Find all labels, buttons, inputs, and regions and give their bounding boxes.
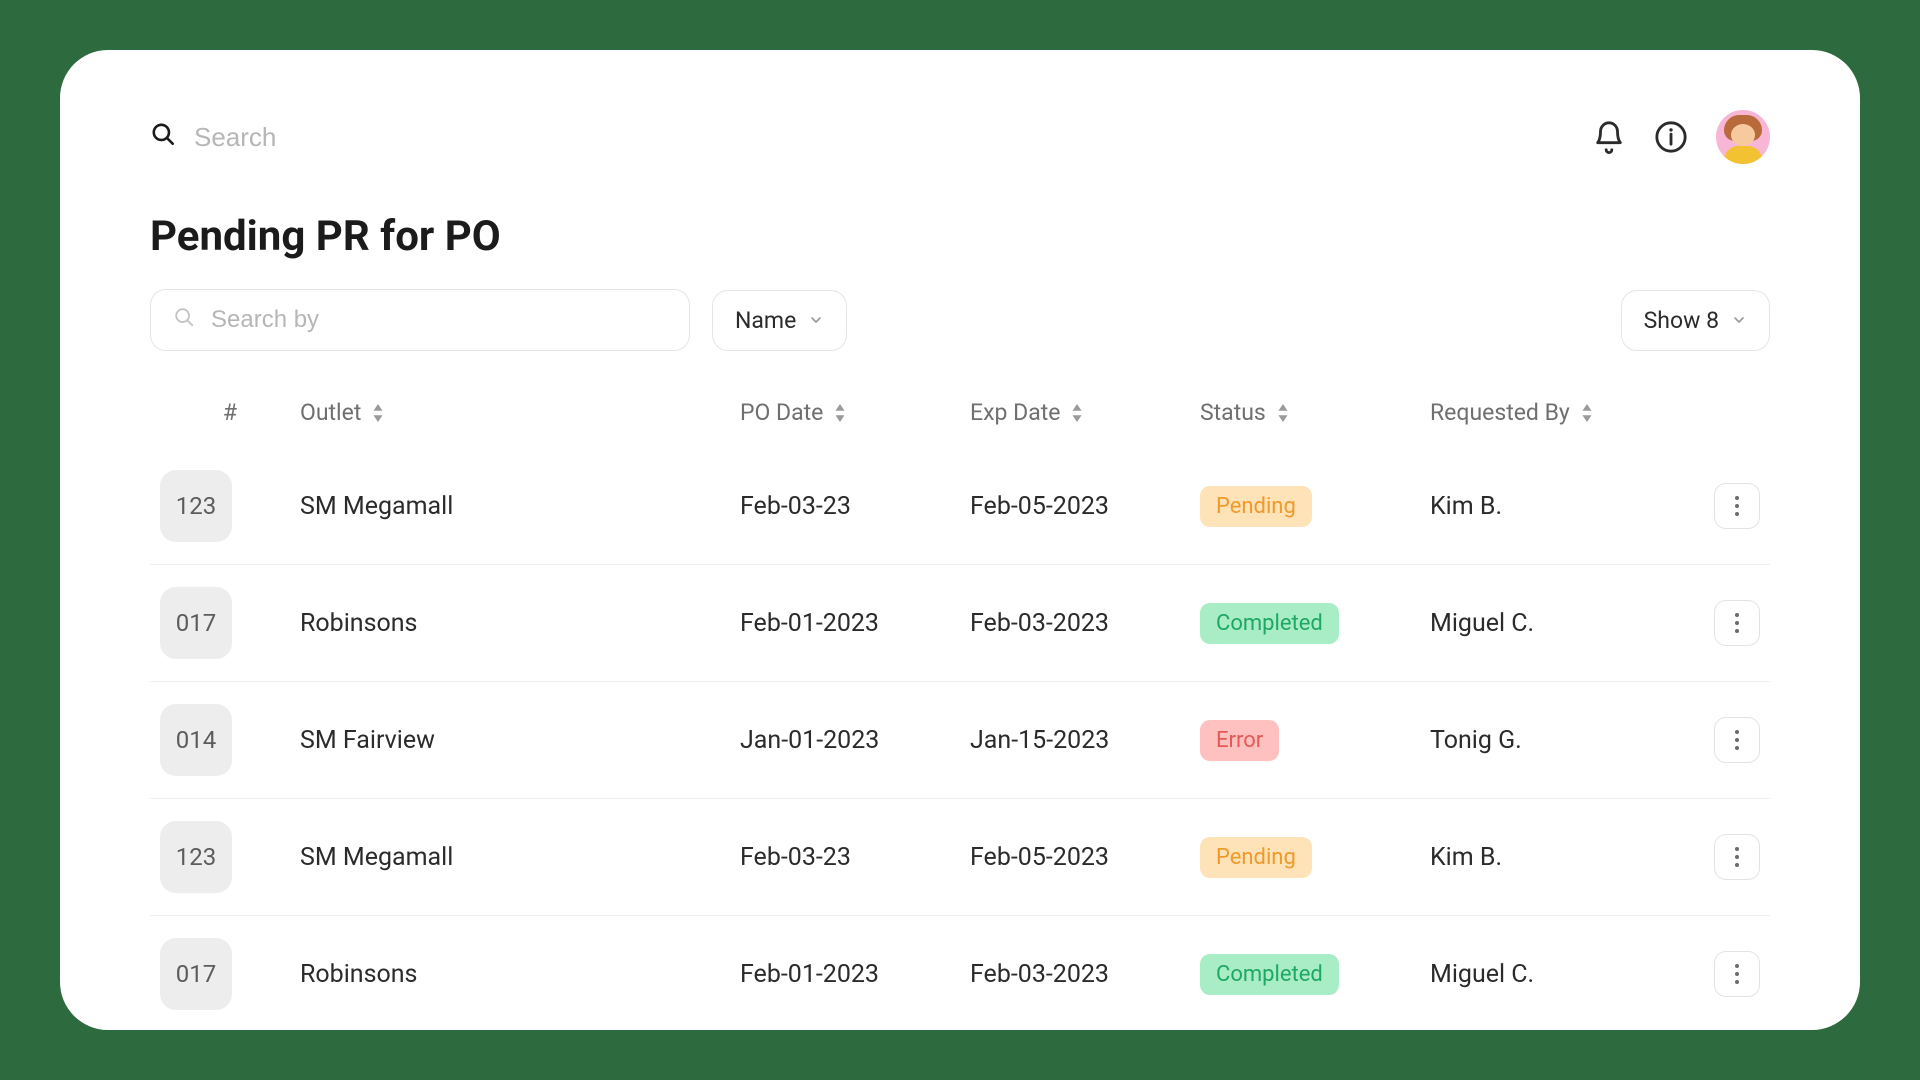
kebab-icon [1734, 846, 1740, 868]
cell-requested-by: Miguel C. [1430, 960, 1690, 989]
search-icon [150, 121, 176, 154]
show-select-label: Show 8 [1644, 307, 1719, 334]
row-actions-button[interactable] [1714, 483, 1760, 529]
cell-outlet: SM Megamall [300, 492, 740, 521]
status-badge: Pending [1200, 486, 1312, 527]
col-status-label: Status [1200, 399, 1266, 426]
cell-po-date: Feb-03-23 [740, 843, 970, 872]
avatar[interactable] [1716, 110, 1770, 164]
row-number-badge: 123 [160, 821, 232, 893]
status-badge: Completed [1200, 954, 1339, 995]
status-badge: Error [1200, 720, 1279, 761]
row-number-badge: 123 [160, 470, 232, 542]
table-row[interactable]: 123 SM MegamallFeb-03-23Feb-05-2023Pendin… [150, 799, 1770, 916]
row-number-badge: 017 [160, 587, 232, 659]
cell-requested-by: Kim B. [1430, 843, 1690, 872]
cell-exp-date: Feb-05-2023 [970, 843, 1200, 872]
sort-icon [1580, 404, 1594, 422]
kebab-icon [1734, 963, 1740, 985]
chevron-down-icon [1731, 307, 1747, 334]
row-number-badge: 017 [160, 938, 232, 1010]
cell-exp-date: Feb-03-2023 [970, 960, 1200, 989]
col-po-date-label: PO Date [740, 399, 823, 426]
kebab-icon [1734, 495, 1740, 517]
sort-icon [833, 404, 847, 422]
table-row[interactable]: 017 RobinsonsFeb-01-2023Feb-03-2023Comple… [150, 916, 1770, 1030]
cell-po-date: Feb-01-2023 [740, 609, 970, 638]
sort-icon [1070, 404, 1084, 422]
cell-outlet: SM Megamall [300, 843, 740, 872]
bell-icon[interactable] [1592, 120, 1626, 154]
cell-requested-by: Miguel C. [1430, 609, 1690, 638]
col-status[interactable]: Status [1200, 399, 1430, 426]
sort-select-label: Name [735, 307, 796, 334]
cell-outlet: Robinsons [300, 609, 740, 638]
col-num-label: # [223, 399, 237, 426]
topbar [150, 110, 1770, 164]
topbar-right [1592, 110, 1770, 164]
kebab-icon [1734, 729, 1740, 751]
cell-requested-by: Kim B. [1430, 492, 1690, 521]
table-body: 123SM MegamallFeb-03-23Feb-05-2023Pendin… [150, 448, 1770, 1030]
sort-icon [1276, 404, 1290, 422]
table-header: # Outlet PO Date Exp Date Status [150, 389, 1770, 448]
col-exp-date[interactable]: Exp Date [970, 399, 1200, 426]
cell-outlet: Robinsons [300, 960, 740, 989]
row-number-badge: 014 [160, 704, 232, 776]
status-badge: Completed [1200, 603, 1339, 644]
cell-requested-by: Tonig G. [1430, 726, 1690, 755]
table-row[interactable]: 123 SM MegamallFeb-03-23Feb-05-2023Pendin… [150, 448, 1770, 565]
col-outlet-label: Outlet [300, 399, 361, 426]
info-icon[interactable] [1654, 120, 1688, 154]
sort-icon [371, 404, 385, 422]
col-num: # [160, 399, 300, 426]
searchby [150, 289, 690, 351]
page-title: Pending PR for PO [150, 212, 1770, 261]
col-outlet[interactable]: Outlet [300, 399, 740, 426]
status-badge: Pending [1200, 837, 1312, 878]
table-row[interactable]: 014 SM FairviewJan-01-2023Jan-15-2023Erro… [150, 682, 1770, 799]
kebab-icon [1734, 612, 1740, 634]
show-select[interactable]: Show 8 [1621, 290, 1770, 351]
col-requested-by-label: Requested By [1430, 399, 1570, 426]
global-search-input[interactable] [194, 122, 594, 153]
cell-exp-date: Feb-05-2023 [970, 492, 1200, 521]
cell-exp-date: Jan-15-2023 [970, 726, 1200, 755]
cell-po-date: Feb-01-2023 [740, 960, 970, 989]
cell-po-date: Feb-03-23 [740, 492, 970, 521]
col-exp-date-label: Exp Date [970, 399, 1060, 426]
col-po-date[interactable]: PO Date [740, 399, 970, 426]
global-search [150, 121, 594, 154]
searchby-input[interactable] [211, 306, 667, 334]
col-requested-by[interactable]: Requested By [1430, 399, 1690, 426]
filters-row: Name Show 8 [150, 289, 1770, 351]
cell-outlet: SM Fairview [300, 726, 740, 755]
main-card: Pending PR for PO Name Show 8 [60, 50, 1860, 1030]
search-icon [173, 306, 195, 334]
chevron-down-icon [808, 307, 824, 334]
cell-exp-date: Feb-03-2023 [970, 609, 1200, 638]
row-actions-button[interactable] [1714, 951, 1760, 997]
row-actions-button[interactable] [1714, 717, 1760, 763]
row-actions-button[interactable] [1714, 600, 1760, 646]
sort-select[interactable]: Name [712, 290, 847, 351]
cell-po-date: Jan-01-2023 [740, 726, 970, 755]
row-actions-button[interactable] [1714, 834, 1760, 880]
table-row[interactable]: 017 RobinsonsFeb-01-2023Feb-03-2023Comple… [150, 565, 1770, 682]
